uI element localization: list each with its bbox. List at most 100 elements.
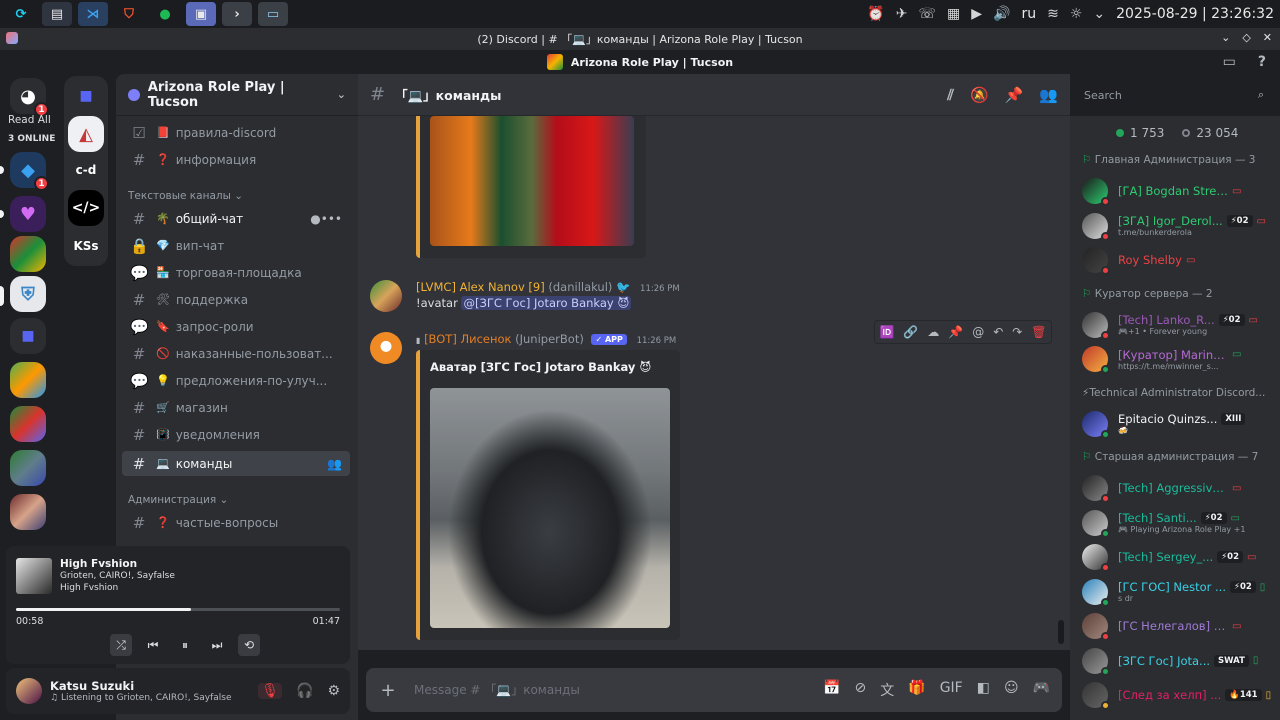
gif-icon[interactable]: GIF (940, 680, 963, 700)
server-icon-group-2[interactable] (10, 406, 46, 442)
server-icon-folder[interactable]: ■ (10, 318, 46, 354)
member-item[interactable]: [Tech] Sergey_... ⚡02 ▭ (1078, 540, 1274, 574)
add-member-icon[interactable]: 👥 (327, 457, 342, 471)
brightness-icon[interactable]: ☼ (1070, 6, 1083, 22)
brave-icon[interactable]: ⛉ (114, 2, 144, 26)
member-item[interactable]: [Tech] Lanko_R... ⚡02 ▭ 🎮+1 • Forever young (1078, 308, 1274, 342)
channel-support[interactable]: # 🛠 поддержка (122, 287, 350, 312)
pause-icon[interactable]: ⏸ (174, 634, 196, 656)
channel-info[interactable]: # ❓ информация (122, 147, 350, 172)
vscode-icon[interactable]: ⋊ (78, 2, 108, 26)
calendar-icon[interactable]: 📅 (823, 680, 840, 700)
clipboard-icon[interactable]: ▦ (947, 6, 960, 22)
channel-marketplace[interactable]: 💬 🏪 торговая-площадка (122, 260, 350, 285)
avatar[interactable] (370, 332, 402, 364)
server-icon-1[interactable]: ◆ 1 (10, 152, 49, 191)
apps-icon[interactable]: 🎮 (1033, 680, 1050, 700)
launcher-icon[interactable]: ⟳ (6, 2, 36, 26)
emoji-icon[interactable]: ☺ (1004, 680, 1019, 700)
spotify-icon[interactable]: ● (150, 2, 180, 26)
member-item[interactable]: [Куратор] Marina_... ▭ https://t.me/mwinne… (1078, 342, 1274, 376)
drinks-image[interactable] (430, 116, 634, 246)
chevron-down-icon[interactable]: ⌄ (337, 88, 346, 101)
wifi-icon[interactable]: ≋ (1047, 6, 1059, 22)
author-name[interactable]: [BOT] Лисенок (424, 332, 511, 346)
headphones-icon[interactable]: 🎧 (296, 683, 313, 699)
terminal-icon[interactable]: › (222, 2, 252, 26)
guild-header[interactable]: Arizona Role Play | Tucson ⌄ (116, 74, 358, 116)
id-icon[interactable]: 🆔 (879, 325, 894, 339)
channel-punished-users[interactable]: # 🚫 наказанные-пользоват... (122, 341, 350, 366)
forward-icon[interactable]: ↷ (1012, 325, 1022, 339)
files-icon[interactable]: ▤ (42, 2, 72, 26)
server-c-d[interactable]: c-d (68, 152, 104, 188)
maximize-icon[interactable]: ◇ (1242, 31, 1250, 44)
next-icon[interactable]: ⏭ (206, 634, 228, 656)
channel-general-chat[interactable]: # 🌴 общий-чат ●••• (122, 206, 350, 231)
shuffle-icon[interactable]: ⤮ (110, 634, 132, 656)
member-item[interactable]: [Tech] Santi... ⚡02 ▭ 🎮 Playing Arizona Rol… (1078, 506, 1274, 540)
member-item[interactable]: [ГС ГОС] Nestor ... ⚡02 ▯ s dr (1078, 575, 1274, 609)
server-icon-arizona-logo[interactable]: ◭ (68, 116, 104, 152)
author-name[interactable]: [LVMC] Alex Nanov [9] (416, 280, 545, 294)
clock[interactable]: 2025-08-29 | 23:26:32 (1116, 6, 1274, 22)
server-icon-group-1[interactable] (10, 362, 46, 398)
channel-notifications[interactable]: # 📳 уведомления (122, 422, 350, 447)
member-list-icon[interactable]: 👥 (1039, 86, 1058, 104)
channel-shop[interactable]: # 🛒 магазин (122, 395, 350, 420)
more-icon[interactable]: ●••• (310, 212, 342, 226)
add-attachment-icon[interactable]: + (378, 680, 398, 701)
server-icon-shield[interactable]: ⛨ (10, 276, 46, 312)
close-icon[interactable]: ✕ (1263, 31, 1272, 44)
reply-icon[interactable]: ↶ (993, 325, 1003, 339)
chevron-down-icon[interactable]: ⌄ (1093, 6, 1105, 22)
member-item[interactable]: [ГА] Bogdan Strelkov ▭ (1078, 174, 1274, 208)
threads-icon[interactable]: ⫽ (947, 86, 954, 104)
translate-icon[interactable]: 文 (880, 680, 894, 700)
member-item[interactable]: [Tech] Aggressive ... ▭ (1078, 471, 1274, 505)
settings-gear-icon[interactable]: ⚙ (327, 683, 340, 699)
mention-icon[interactable]: @ (972, 325, 984, 339)
channel-suggestions[interactable]: 💬 💡 предложения-по-улуч... (122, 368, 350, 393)
member-item[interactable]: [ЗГС Гос] Jota... SWAT ▯ (1078, 644, 1274, 678)
channel-role-request[interactable]: 💬 🔖 запрос-роли (122, 314, 350, 339)
member-item[interactable]: [ЗГА] Igor_Derol... ⚡02 ▭ t.me/bunkerderola (1078, 209, 1274, 243)
folder-icon[interactable]: ■ (68, 78, 104, 114)
server-icon-code[interactable]: </> (68, 190, 104, 226)
server-icon-group-4[interactable] (10, 494, 46, 530)
repeat-icon[interactable]: ⟲ (238, 634, 260, 656)
notifications-muted-icon[interactable]: 🔕 (970, 86, 989, 104)
member-item[interactable]: [След за хелп] ... 🔥141 ▯ (1078, 678, 1274, 712)
channel-commands[interactable]: # 💻 команды 👥 (122, 451, 350, 476)
previous-icon[interactable]: ⏮ (142, 634, 164, 656)
search-input[interactable]: Search ⌕ (1076, 82, 1272, 108)
sticker-icon[interactable]: ◧ (977, 680, 990, 700)
member-item[interactable]: Epitacio Quinzs... XIII 🍻 (1078, 407, 1274, 441)
progress-bar[interactable] (16, 608, 340, 611)
avatar-image[interactable] (430, 388, 670, 628)
telegram-icon[interactable]: ✈ (896, 6, 908, 22)
server-icon-group-3[interactable] (10, 450, 46, 486)
channel-rules[interactable]: ☑ 📕 правила-discord (122, 120, 350, 145)
media-icon[interactable]: ▶ (971, 6, 982, 22)
viber-icon[interactable]: ☏ (919, 6, 937, 22)
inbox-icon[interactable]: ▭ (1223, 54, 1236, 70)
thread-icon[interactable]: ☁ (927, 325, 939, 339)
server-kss[interactable]: KSs (68, 228, 104, 264)
delete-icon[interactable]: 🗑 (1031, 325, 1046, 339)
member-item[interactable]: [ГС Нелегалов] Jake_... ▭ (1078, 609, 1274, 643)
gift-icon[interactable]: 🎁 (908, 680, 925, 700)
category-administration[interactable]: Администрация ⌄ (128, 494, 228, 506)
member-item[interactable]: Roy Shelby ▭ (1078, 243, 1274, 277)
minimize-icon[interactable]: ⌄ (1221, 31, 1230, 44)
discord-app-icon[interactable]: ▣ (186, 2, 216, 26)
read-all-button[interactable]: Read All (8, 114, 51, 126)
avatar[interactable] (16, 678, 42, 704)
alarm-icon[interactable]: ⏰ (867, 6, 884, 22)
message-input[interactable] (414, 683, 774, 697)
volume-icon[interactable]: 🔊 (993, 6, 1010, 22)
channel-vip-chat[interactable]: 🔒 💎 вип-чат (122, 233, 350, 258)
keyboard-layout[interactable]: ru (1021, 6, 1036, 22)
channel-faq[interactable]: # ❓ частые-вопросы (122, 510, 350, 535)
link-icon[interactable]: 🔗 (903, 325, 918, 339)
